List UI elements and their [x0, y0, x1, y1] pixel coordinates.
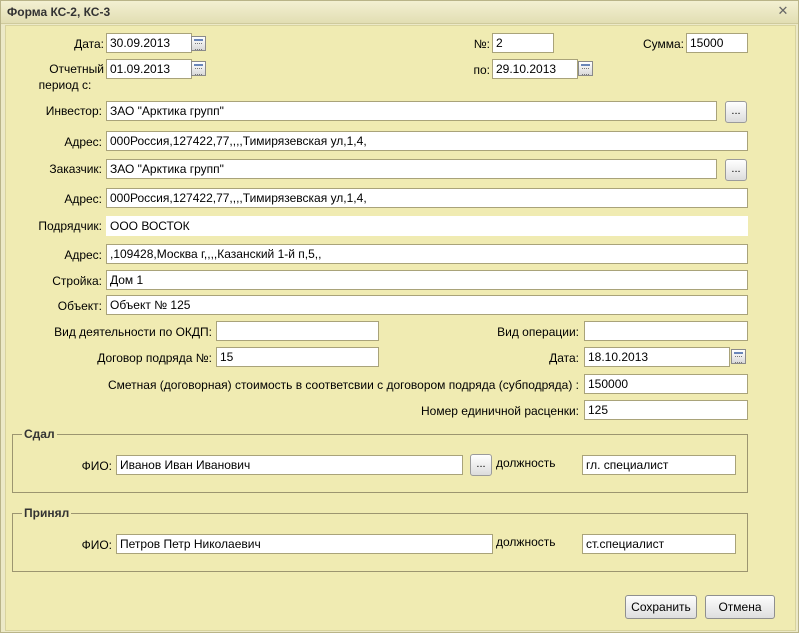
cancel-button[interactable]: Отмена [705, 595, 775, 619]
calendar-icon[interactable] [191, 36, 206, 51]
handed-position-input[interactable] [582, 455, 736, 475]
contract-date-input[interactable] [584, 347, 730, 367]
period-to-input[interactable] [492, 59, 578, 79]
accepted-fio-label: ФИО: [81, 538, 112, 552]
object-input[interactable] [106, 295, 748, 315]
calendar-icon[interactable] [731, 349, 746, 364]
estimate-label: Сметная (договорная) стоимость в соответ… [107, 378, 579, 392]
rate-input[interactable] [584, 400, 748, 420]
customer-label: Заказчик: [49, 162, 102, 176]
investor-label: Инвестор: [45, 104, 102, 118]
calendar-icon[interactable] [578, 61, 593, 76]
handed-fio-input[interactable] [116, 455, 463, 475]
handed-fio-label: ФИО: [81, 459, 112, 473]
number-label: №: [473, 37, 490, 51]
contractor-address-label: Адрес: [64, 248, 102, 262]
sum-label: Сумма: [642, 37, 684, 51]
accepted-legend: Принял [22, 506, 72, 520]
construction-label: Стройка: [52, 274, 102, 288]
number-input[interactable] [492, 33, 554, 53]
period-from-input[interactable] [106, 59, 192, 79]
contractor-address-input[interactable] [106, 244, 748, 264]
contract-date-label: Дата: [549, 351, 579, 365]
handed-fio-browse-button[interactable]: ... [470, 454, 492, 476]
window-title: Форма КС-2, КС-3 [7, 5, 111, 19]
customer-input[interactable] [106, 159, 717, 179]
operation-label: Вид операции: [497, 325, 579, 339]
calendar-icon[interactable] [191, 61, 206, 76]
handed-position-label: должность [496, 456, 556, 470]
investor-input[interactable] [106, 101, 717, 121]
date-input[interactable] [106, 33, 192, 53]
customer-browse-button[interactable]: ... [725, 159, 747, 181]
title-bar[interactable]: Форма КС-2, КС-3 ✕ [1, 1, 798, 24]
construction-input[interactable] [106, 270, 748, 290]
close-icon[interactable]: ✕ [776, 4, 790, 18]
contract-input[interactable] [216, 347, 379, 367]
period-label-line1: Отчетный [49, 62, 104, 76]
customer-address-input[interactable] [106, 188, 748, 208]
accepted-position-label: должность [496, 535, 556, 549]
contractor-label: Подрядчик: [38, 219, 102, 233]
contract-label: Договор подряда №: [97, 351, 212, 365]
operation-input[interactable] [584, 321, 748, 341]
period-label-line2: период с: [38, 78, 92, 92]
save-button[interactable]: Сохранить [625, 595, 697, 619]
estimate-input[interactable] [584, 374, 748, 394]
investor-browse-button[interactable]: ... [725, 101, 747, 123]
object-label: Объект: [57, 299, 102, 313]
date-label: Дата: [74, 37, 104, 51]
period-to-label: по: [473, 63, 490, 77]
sum-input[interactable] [686, 33, 748, 53]
rate-label: Номер единичной расценки: [421, 404, 579, 418]
form-body: Дата: №: Сумма: Отчетный период с: по: И… [5, 25, 796, 631]
accepted-position-input[interactable] [582, 534, 736, 554]
investor-address-label: Адрес: [64, 135, 102, 149]
dialog-window: Форма КС-2, КС-3 ✕ Дата: №: Сумма: Отчет… [0, 0, 799, 633]
accepted-fio-input[interactable] [116, 534, 493, 554]
contractor-input[interactable] [106, 216, 748, 236]
investor-address-input[interactable] [106, 131, 748, 151]
customer-address-label: Адрес: [64, 192, 102, 206]
handed-legend: Сдал [22, 427, 57, 441]
okdp-label: Вид деятельности по ОКДП: [54, 325, 212, 339]
okdp-input[interactable] [216, 321, 379, 341]
